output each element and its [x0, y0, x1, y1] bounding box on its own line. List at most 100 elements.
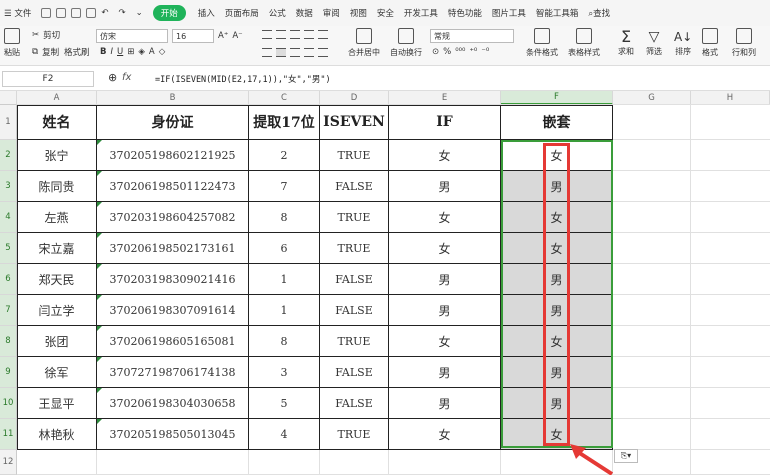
cell-id[interactable]: 370203198309021416 — [97, 264, 249, 295]
header-cell[interactable]: 姓名 — [17, 105, 97, 140]
row-header-5[interactable]: 5 — [0, 233, 17, 264]
zoom-icon[interactable]: ⊕ — [108, 71, 117, 84]
cell-id[interactable]: 370206198502173161 — [97, 233, 249, 264]
sort-button[interactable]: A↓ 排序 — [674, 28, 692, 57]
row-header-7[interactable]: 7 — [0, 295, 17, 326]
row-header-9[interactable]: 9 — [0, 357, 17, 388]
sum-button[interactable]: Σ 求和 — [618, 28, 634, 57]
row-header-10[interactable]: 10 — [0, 388, 17, 419]
cell-name[interactable]: 闫立学 — [17, 295, 97, 326]
paste-button[interactable]: 粘贴 — [4, 28, 20, 58]
wrap-text-button[interactable]: 自动换行 — [390, 28, 422, 58]
customize-chevron-icon[interactable]: ⌄ — [136, 8, 143, 18]
cell-if[interactable]: 女 — [389, 202, 501, 233]
cell-d17[interactable]: 7 — [249, 171, 320, 202]
cell-d17[interactable]: 6 — [249, 233, 320, 264]
header-cell[interactable]: 嵌套 — [501, 105, 613, 140]
cell-nest[interactable]: 男 — [501, 264, 613, 295]
undo-icon[interactable]: ↶ — [101, 8, 108, 18]
cell-if[interactable]: 男 — [389, 295, 501, 326]
merge-center-button[interactable]: 合并居中 — [348, 28, 380, 58]
distributed-icon[interactable] — [318, 48, 328, 57]
tab-developer[interactable]: 开发工具 — [404, 7, 438, 19]
italic-icon[interactable]: I — [110, 47, 113, 57]
column-header-a[interactable]: A — [17, 91, 97, 105]
row-header-4[interactable]: 4 — [0, 202, 17, 233]
header-cell[interactable]: 提取17位 — [249, 105, 320, 140]
format-button[interactable]: 格式 — [702, 28, 718, 58]
shrink-font-icon[interactable]: A⁻ — [232, 31, 242, 41]
cell-name[interactable]: 宋立嘉 — [17, 233, 97, 264]
cell-name[interactable]: 郑天民 — [17, 264, 97, 295]
cell-name[interactable]: 徐军 — [17, 357, 97, 388]
column-header-b[interactable]: B — [97, 91, 249, 105]
align-left-icon[interactable] — [262, 48, 272, 57]
row-header-12[interactable]: 12 — [0, 450, 17, 475]
align-right-icon[interactable] — [290, 48, 300, 57]
cell-nest[interactable]: 男 — [501, 171, 613, 202]
tab-picture-tools[interactable]: 图片工具 — [492, 7, 526, 19]
cell-id[interactable]: 370205198505013045 — [97, 419, 249, 450]
align-top-icon[interactable] — [262, 30, 272, 39]
decrease-decimal-icon[interactable]: ⁻⁰ — [481, 47, 489, 57]
column-header-h[interactable]: H — [691, 91, 770, 105]
cell-even[interactable]: TRUE — [320, 233, 389, 264]
cell-name[interactable]: 陈同贵 — [17, 171, 97, 202]
number-format-select[interactable]: 常规 — [430, 29, 514, 43]
cell-nest[interactable]: 男 — [501, 295, 613, 326]
cell-id[interactable]: 370206198304030658 — [97, 388, 249, 419]
cell-d17[interactable]: 8 — [249, 202, 320, 233]
font-size-select[interactable]: 16 — [172, 29, 214, 43]
search-button[interactable]: ⌕查找 — [588, 7, 610, 19]
cell-if[interactable]: 男 — [389, 388, 501, 419]
cell-d17[interactable]: 8 — [249, 326, 320, 357]
cell-name[interactable]: 王显平 — [17, 388, 97, 419]
cell-id[interactable]: 370206198307091614 — [97, 295, 249, 326]
font-name-select[interactable]: 仿宋 — [96, 29, 168, 43]
preview-icon[interactable] — [86, 8, 97, 18]
cell-if[interactable]: 女 — [389, 326, 501, 357]
tab-review[interactable]: 审阅 — [323, 7, 340, 19]
row-header-3[interactable]: 3 — [0, 171, 17, 202]
cut-button[interactable]: ✂ 剪切 — [32, 29, 60, 41]
font-color-icon[interactable]: A — [149, 47, 155, 57]
paste-options-icon[interactable]: ⎘▾ — [614, 449, 638, 463]
cell-d17[interactable]: 4 — [249, 419, 320, 450]
cell-d17[interactable]: 1 — [249, 295, 320, 326]
increase-decimal-icon[interactable]: ⁺⁰ — [469, 47, 477, 57]
cell-d17[interactable]: 2 — [249, 140, 320, 171]
cell-if[interactable]: 男 — [389, 357, 501, 388]
cell-d17[interactable]: 5 — [249, 388, 320, 419]
formula-input[interactable]: =IF(ISEVEN(MID(E2,17,1)),"女","男") — [155, 73, 331, 85]
tab-security[interactable]: 安全 — [377, 7, 394, 19]
cell-even[interactable]: TRUE — [320, 202, 389, 233]
grow-font-icon[interactable]: A⁺ — [218, 31, 228, 41]
fill-color-icon[interactable]: ◈ — [138, 47, 145, 57]
tab-features[interactable]: 特色功能 — [448, 7, 482, 19]
cell-even[interactable]: TRUE — [320, 326, 389, 357]
row-col-button[interactable]: 行和列 — [732, 28, 756, 58]
cell-nest[interactable]: 女 — [501, 140, 613, 171]
currency-icon[interactable]: ⊙ — [432, 47, 439, 57]
column-header-c[interactable]: C — [249, 91, 320, 105]
underline-icon[interactable]: U — [117, 47, 123, 57]
cell-name[interactable]: 张宁 — [17, 140, 97, 171]
row-header-11[interactable]: 11 — [0, 419, 17, 450]
tab-home[interactable]: 开始 — [152, 5, 186, 21]
cell-even[interactable]: FALSE — [320, 295, 389, 326]
cell-d17[interactable]: 1 — [249, 264, 320, 295]
format-painter-button[interactable]: 格式刷 — [64, 46, 90, 58]
tab-data[interactable]: 数据 — [296, 7, 313, 19]
cell-even[interactable]: FALSE — [320, 357, 389, 388]
open-icon[interactable] — [56, 8, 67, 18]
cell-if[interactable]: 男 — [389, 264, 501, 295]
bold-icon[interactable]: B — [100, 47, 106, 57]
cell-if[interactable]: 女 — [389, 140, 501, 171]
tab-insert[interactable]: 插入 — [198, 7, 215, 19]
thousands-icon[interactable]: ⁰⁰⁰ — [455, 47, 465, 57]
cell-id[interactable]: 370205198602121925 — [97, 140, 249, 171]
header-cell[interactable]: 身份证 — [97, 105, 249, 140]
select-all-corner[interactable] — [0, 91, 17, 105]
cell-if[interactable]: 女 — [389, 233, 501, 264]
align-center-icon[interactable] — [276, 48, 286, 57]
